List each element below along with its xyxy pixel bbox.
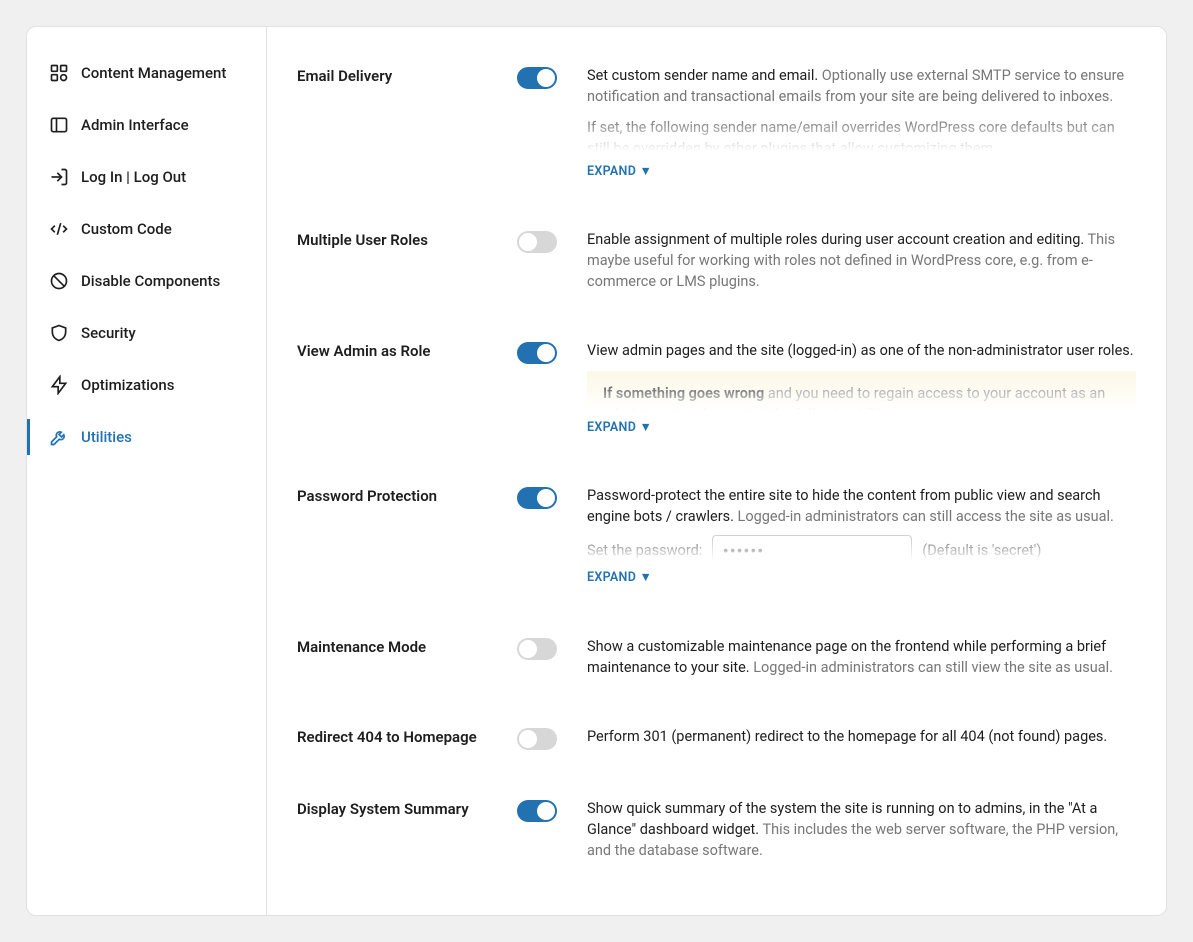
toggle-maintenance_mode[interactable] [517,638,557,660]
sidebar-item-label: Log In | Log Out [81,168,186,186]
sidebar-item-utilities[interactable]: Utilities [27,411,266,463]
setting-row-maintenance_mode: Maintenance Mode Show a customizable main… [297,612,1136,702]
setting-description: Password-protect the entire site to hide… [587,485,1136,587]
setting-description: Enable assignment of multiple roles duri… [587,229,1136,292]
tools-icon [49,427,69,447]
setting-description: Set custom sender name and email. Option… [587,65,1136,181]
warning-notice: If something goes wrong and you need to … [587,371,1136,415]
expand-button[interactable]: EXPAND ▼ [587,419,652,437]
sidebar-item-content-management[interactable]: Content Management [27,47,266,99]
sidebar-item-label: Optimizations [81,376,175,394]
setting-title: View Admin as Role [297,340,497,360]
password-hint: (Default is 'secret') [922,540,1041,561]
toggle-redirect_404[interactable] [517,728,557,750]
setting-row-password_protection: Password Protection Password-protect the … [297,461,1136,611]
sidebar-item-label: Disable Components [81,272,220,290]
disable-icon [49,271,69,291]
bolt-icon [49,375,69,395]
expand-button[interactable]: EXPAND ▼ [587,569,652,587]
panel-icon [49,115,69,135]
setting-title: Redirect 404 to Homepage [297,726,497,746]
setting-title: Password Protection [297,485,497,505]
setting-title: Display System Summary [297,798,497,818]
setting-description: Show a customizable maintenance page on … [587,636,1136,678]
collapsed-detail: If set, the following sender name/email … [587,117,1136,159]
sidebar-item-disable-components[interactable]: Disable Components [27,255,266,307]
sidebar-item-admin-interface[interactable]: Admin Interface [27,99,266,151]
setting-title: Email Delivery [297,65,497,85]
sidebar-item-security[interactable]: Security [27,307,266,359]
toggle-display_system_summary[interactable] [517,800,557,822]
setting-description: Show quick summary of the system the sit… [587,798,1136,861]
toggle-password_protection[interactable] [517,487,557,509]
setting-row-display_system_summary: Display System Summary Show quick summary… [297,774,1136,885]
password-collapsed: Set the password: (Default is 'secret') [587,535,1136,565]
password-input[interactable] [712,535,912,565]
sidebar-item-label: Custom Code [81,220,172,238]
settings-panel: Content Management Admin Interface Log In … [26,26,1167,916]
shield-icon [49,323,69,343]
sidebar-item-label: Content Management [81,64,226,82]
password-label: Set the password: [587,540,702,561]
sidebar-item-label: Security [81,324,136,342]
setting-row-email_delivery: Email Delivery Set custom sender name and… [297,41,1136,205]
sidebar-item-label: Utilities [81,428,132,446]
setting-title: Maintenance Mode [297,636,497,656]
login-icon [49,167,69,187]
setting-row-multiple_user_roles: Multiple User Roles Enable assignment of … [297,205,1136,316]
sidebar: Content Management Admin Interface Log In … [27,27,267,915]
setting-row-view_admin_as_role: View Admin as Role View admin pages and t… [297,316,1136,461]
toggle-email_delivery[interactable] [517,67,557,89]
settings-main: Email Delivery Set custom sender name and… [267,27,1166,915]
sidebar-item-custom-code[interactable]: Custom Code [27,203,266,255]
setting-description: View admin pages and the site (logged-in… [587,340,1136,437]
setting-row-redirect_404: Redirect 404 to Homepage Perform 301 (per… [297,702,1136,774]
sidebar-item-log-in-log-out[interactable]: Log In | Log Out [27,151,266,203]
code-icon [49,219,69,239]
toggle-view_admin_as_role[interactable] [517,342,557,364]
sidebar-item-label: Admin Interface [81,116,189,134]
setting-title: Multiple User Roles [297,229,497,249]
sidebar-item-optimizations[interactable]: Optimizations [27,359,266,411]
expand-button[interactable]: EXPAND ▼ [587,163,652,181]
content-icon [49,63,69,83]
toggle-multiple_user_roles[interactable] [517,231,557,253]
setting-description: Perform 301 (permanent) redirect to the … [587,726,1136,747]
